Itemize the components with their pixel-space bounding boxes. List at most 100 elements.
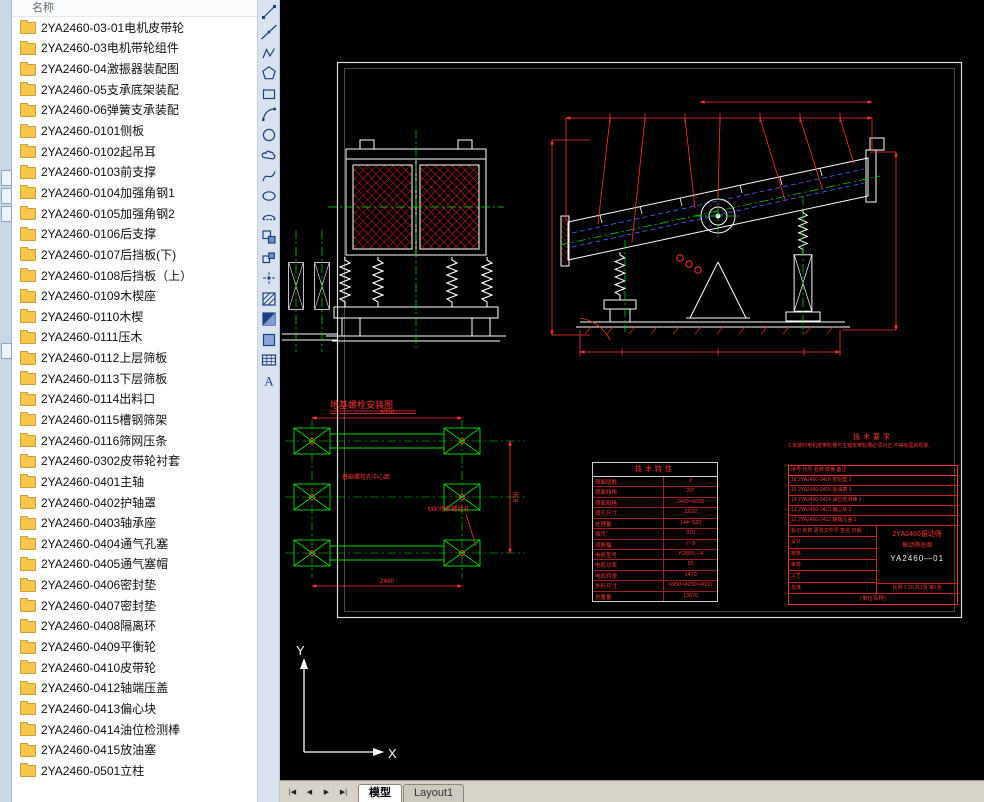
tool-arc[interactable] [260,105,278,123]
file-item[interactable]: 2YA2460-0111压木 [12,327,257,348]
file-panel: 名称 2YA2460-03-01电机皮带轮 2YA2460-03电机带轮组件 2YA… [12,0,258,802]
tech-req-line: 1.安装时电机皮带轮槽与主轴皮带轮槽必须对正,不得有歪斜现象。 [788,443,934,449]
tool-revcloud[interactable] [260,146,278,164]
file-item[interactable]: 2YA2460-03-01电机皮带轮 [12,17,257,38]
file-item[interactable]: 2YA2460-0105加强角钢2 [12,203,257,224]
file-item[interactable]: 2YA2460-0414油位检测棒 [12,719,257,740]
file-item[interactable]: 2YA2460-0409平衡轮 [12,636,257,657]
tech-characteristics-table: 技术特性 筛面层数 2 筛面倾角 20° 筛面规格 2400×6000 筛孔尺寸 13/32 处… [592,462,718,602]
tool-point[interactable] [260,269,278,287]
tool-block[interactable] [260,249,278,267]
tool-ellipse[interactable] [260,187,278,205]
file-item-label: 2YA2460-0405通气塞帽 [41,557,169,572]
file-item-label: 2YA2460-0104加强角钢1 [41,185,175,200]
file-item[interactable]: 2YA2460-0108后挡板（上） [12,265,257,286]
dock-icon-1[interactable] [1,170,12,186]
tab-nav-last[interactable]: ▶| [335,785,352,800]
tool-ellipse-arc[interactable] [260,208,278,226]
file-item[interactable]: 2YA2460-0107后挡板(下) [12,244,257,265]
tool-gradient[interactable] [260,310,278,328]
file-item[interactable]: 2YA2460-0114出料口 [12,389,257,410]
tool-line[interactable] [260,3,278,21]
folder-icon [20,763,36,778]
file-item[interactable]: 2YA2460-0115槽钢筛架 [12,409,257,430]
folder-icon [20,639,36,654]
file-item[interactable]: 2YA2460-0405通气塞帽 [12,554,257,575]
tool-hatch[interactable] [260,290,278,308]
tab-nav-next[interactable]: ▶ [318,785,335,800]
file-item[interactable]: 2YA2460-04激振器装配图 [12,58,257,79]
file-item[interactable]: 2YA2460-0412轴端压盖 [12,678,257,699]
tech-table-row: 筛面倾角 20° [593,487,717,498]
tab-nav-first[interactable]: |◀ [284,785,301,800]
foundation-title: 地基螺栓安装图 [330,399,393,410]
tech-row-value: 55 [687,561,694,568]
tech-row-label: 外形尺寸 [593,581,665,591]
folder-icon [20,40,36,55]
tool-pline[interactable] [260,44,278,62]
file-item[interactable]: 2YA2460-0415放油塞 [12,739,257,760]
file-item[interactable]: 2YA2460-0102起吊耳 [12,141,257,162]
file-item[interactable]: 2YA2460-0116筛网压条 [12,430,257,451]
tool-spline[interactable] [260,167,278,185]
file-item[interactable]: 2YA2460-03电机带轮组件 [12,38,257,59]
tab-nav-prev[interactable]: ◀ [301,785,318,800]
file-item-label: 2YA2460-0403轴承座 [41,516,157,531]
folder-icon [20,226,36,241]
tech-row-label: 处理量 [593,518,665,529]
file-item[interactable]: 2YA2460-0110木楔 [12,306,257,327]
file-item[interactable]: 2YA2460-0106后支撑 [12,223,257,244]
model-tab[interactable]: 模型 [358,784,402,802]
file-item-label: 2YA2460-0413偏心块 [41,701,157,716]
tool-polygon[interactable] [260,64,278,82]
tech-table-row: 筛面层数 2 [593,477,717,488]
file-item[interactable]: 2YA2460-0407密封垫 [12,595,257,616]
file-item[interactable]: 2YA2460-0112上层筛板 [12,347,257,368]
file-item-label: 2YA2460-0108后挡板（上） [41,268,193,283]
file-item[interactable]: 2YA2460-0413偏心块 [12,698,257,719]
file-item[interactable]: 2YA2460-0404通气孔塞 [12,533,257,554]
file-item[interactable]: 2YA2460-0103前支撑 [12,161,257,182]
tool-rect[interactable] [260,85,278,103]
file-item[interactable]: 2YA2460-0302皮带轮衬套 [12,450,257,471]
dock-icon-3[interactable] [1,206,12,222]
title-block: 序号 代号 名称 数量 备注 16 2YA2460-0416 密封垫 1 15 2… [788,465,958,605]
file-item[interactable]: 2YA2460-0113下层筛板 [12,368,257,389]
file-item[interactable]: 2YA2460-0403轴承座 [12,512,257,533]
file-item[interactable]: 2YA2460-0402护轴罩 [12,492,257,513]
file-item-label: 2YA2460-0113下层筛板 [41,371,168,386]
cad-canvas[interactable]: 3050 2460 930 地基螺栓安装图 基础螺栓孔中心距 M30地脚螺栓孔 … [280,0,984,780]
folder-icon [20,577,36,592]
folder-icon [20,82,36,97]
file-item[interactable]: 2YA2460-0104加强角钢1 [12,182,257,203]
file-item-label: 2YA2460-0110木楔 [41,309,144,324]
dock-icon-4[interactable] [1,343,12,359]
tool-mtext[interactable]: A [260,372,278,390]
file-item-label: 2YA2460-0114出料口 [41,392,156,407]
file-item[interactable]: 2YA2460-0101侧板 [12,120,257,141]
file-item[interactable]: 2YA2460-0109木楔座 [12,285,257,306]
file-item[interactable]: 2YA2460-0501立柱 [12,760,257,781]
svg-text:A: A [264,373,274,388]
file-item[interactable]: 2YA2460-06弹簧支承装配 [12,100,257,121]
file-item-label: 2YA2460-0410皮带轮 [41,660,157,675]
file-item[interactable]: 2YA2460-0401主轴 [12,471,257,492]
file-item[interactable]: 2YA2460-05支承底架装配 [12,79,257,100]
file-item-label: 2YA2460-0111压木 [41,330,143,345]
file-item-label: 2YA2460-0101侧板 [41,124,145,139]
file-item[interactable]: 2YA2460-0410皮带轮 [12,657,257,678]
file-item-label: 2YA2460-0408隔离环 [41,619,157,634]
title-block-left-rows: 标记 处数 更改文件号 签名 日期 设计 校核 审核 工艺 批准 [789,526,878,593]
file-item[interactable]: 2YA2460-0406密封垫 [12,574,257,595]
file-item[interactable]: 2YA2460-0408隔离环 [12,616,257,637]
tool-table[interactable] [260,351,278,369]
dock-icon-2[interactable] [1,188,12,204]
name-column-header[interactable]: 名称 [12,0,257,17]
tool-xline[interactable] [260,23,278,41]
tool-region[interactable] [260,331,278,349]
tool-circle[interactable] [260,126,278,144]
tech-table-row: 双振幅 7~9 [593,539,717,550]
layout1-tab[interactable]: Layout1 [403,784,465,802]
tool-insert[interactable] [260,228,278,246]
parts-list-rows: 16 2YA2460-0416 密封垫 1 15 2YA2460-0415 放油塞… [789,476,957,526]
